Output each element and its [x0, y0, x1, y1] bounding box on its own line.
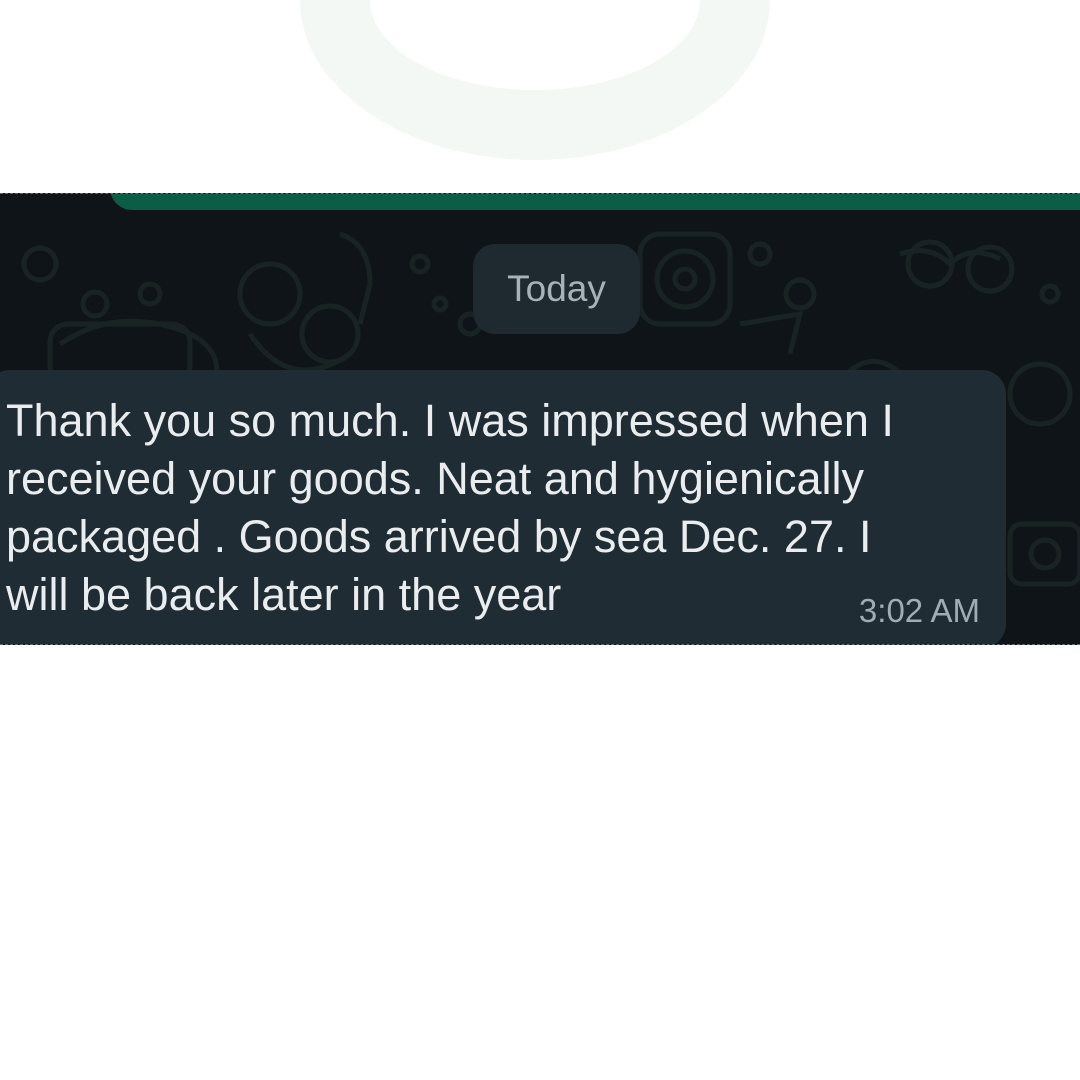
incoming-message-bubble[interactable]: Thank you so much. I was impressed when … — [0, 370, 1006, 644]
message-timestamp: 3:02 AM — [858, 592, 980, 629]
date-separator-label: Today — [507, 268, 606, 309]
message-text: Thank you so much. I was impressed when … — [6, 395, 894, 620]
watermark-ring — [300, 0, 770, 160]
chat-screenshot: Today Thank you so much. I was impressed… — [0, 193, 1080, 645]
date-separator-chip: Today — [473, 244, 640, 334]
